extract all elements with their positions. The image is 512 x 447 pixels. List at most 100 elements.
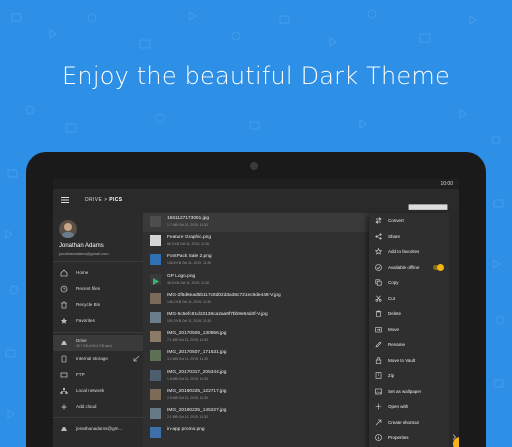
file-row[interactable]: IMG-5c5efc81d10136ca2aa9f7bb9e64d4f-V.jp… — [143, 309, 369, 328]
breadcrumb-pics[interactable]: PICS — [109, 197, 122, 203]
drawer-item-label: Home — [76, 270, 89, 275]
drawer-item-label: jonathanadams@gm... — [76, 426, 123, 431]
file-row[interactable]: in-app promo.png — [143, 424, 369, 443]
app-bar-actions — [403, 196, 453, 353]
avatar[interactable] — [59, 220, 77, 238]
file-meta: 146.2 KB Oct 11, 2019, 11:30 — [167, 299, 212, 304]
drawer-item-label: FTP — [76, 372, 85, 377]
file-row[interactable]: IMG_20170507_171631.jpg 3.2 MB Oct 11, 2… — [143, 347, 369, 366]
drawer-item-label: Internal storage — [76, 356, 108, 361]
file-list: 1561127173061.jpg 1.7 MB Oct 11, 2019, 1… — [143, 213, 369, 447]
file-thumbnail — [150, 427, 161, 439]
menu-item-set-as-wallpaper[interactable]: Set as wallpaper — [369, 384, 449, 400]
menu-item-label: Set as wallpaper — [388, 388, 422, 394]
drawer-item-label: Favorites — [76, 318, 95, 323]
file-meta: 38.5 KB Oct 11, 2019, 11:30 — [167, 280, 210, 285]
wallpaper-icon — [375, 388, 382, 394]
eject-icon[interactable] — [133, 355, 140, 362]
share-icon — [375, 233, 382, 239]
menu-item-rename[interactable]: Rename — [369, 337, 449, 353]
file-row[interactable]: IMG_20190225_145227.jpg 2.1 MB Oct 11, 2… — [143, 405, 369, 424]
file-meta: 146.8 KB Oct 11, 2019, 11:30 — [167, 261, 212, 266]
drawer-item-add-cloud[interactable]: Add cloud — [53, 399, 143, 415]
menu-item-add-to-favorites[interactable]: Add to favorites — [369, 244, 449, 260]
rename-icon — [375, 341, 382, 348]
drawer-item-ftp[interactable]: FTP — [53, 367, 143, 383]
file-row[interactable]: FontPack Sale 2.png 146.8 KB Oct 11, 201… — [143, 251, 369, 270]
tablet-camera — [250, 162, 258, 170]
drawer-item-drive[interactable]: Drive 35.7 GB of 50.0 GB used — [53, 335, 143, 351]
file-row[interactable]: 1561127173061.jpg 1.7 MB Oct 11, 2019, 1… — [143, 213, 369, 233]
available-offline-toggle[interactable] — [433, 263, 444, 271]
file-row[interactable]: IMG_20170317_205344.jpg 1.8 MB Oct 11, 2… — [143, 367, 369, 386]
drive-icon — [61, 341, 67, 345]
floating-action-button[interactable] — [453, 437, 459, 447]
menu-item-label: Open with — [388, 404, 409, 409]
breadcrumb-separator: > — [104, 197, 108, 203]
file-name: IMG-2f5d6ead5b117c8d02d3a36c721ec8de448-… — [167, 292, 281, 298]
cut-icon — [375, 295, 382, 302]
menu-item-convert[interactable]: Convert — [369, 213, 449, 229]
file-name: 1561127173061.jpg — [167, 216, 210, 221]
menu-icon[interactable] — [61, 196, 69, 204]
file-thumbnail — [150, 216, 161, 227]
menu-item-delete[interactable]: Delete — [369, 306, 449, 322]
file-thumbnail — [150, 273, 161, 285]
drawer-item-recent-files[interactable]: Recent files — [53, 281, 143, 297]
drawer-divider — [53, 417, 143, 418]
offline-icon — [375, 263, 382, 271]
file-name: in-app promo.png — [167, 427, 205, 433]
file-thumbnail — [150, 292, 161, 304]
menu-item-label: Cut — [388, 295, 396, 301]
menu-item-available-offline[interactable]: Available offline — [369, 260, 449, 276]
file-meta: 191.0 KB Oct 11, 2019, 11:30 — [167, 319, 212, 323]
ftp-icon — [60, 372, 68, 378]
drawer-item-home[interactable]: Home — [53, 265, 143, 281]
file-row[interactable]: Feature Graphic.png 66.3 KB Oct 11, 2019… — [143, 232, 369, 251]
app-bar: DRIVE > PICS — [53, 189, 459, 353]
menu-item-copy[interactable]: Copy — [369, 275, 449, 291]
drawer-divider — [53, 261, 143, 262]
menu-item-zip[interactable]: Zip — [369, 368, 449, 384]
menu-item-move[interactable]: Move — [369, 322, 449, 338]
file-thumbnail — [150, 312, 161, 323]
drawer-item-internal-storage[interactable]: Internal storage — [53, 351, 143, 367]
drawer-item-local-network[interactable]: Local network — [53, 383, 143, 399]
file-row[interactable]: IMG-2f5d6ead5b117c8d02d3a36c721ec8de448-… — [143, 290, 369, 309]
menu-item-label: Zip — [388, 373, 395, 378]
file-row[interactable]: IMG_20170506_130956.jpg 7.1 MB Oct 11, 2… — [143, 328, 369, 347]
file-thumbnail — [150, 331, 161, 343]
file-meta: 7.1 MB Oct 11, 2019, 11:30 — [167, 338, 208, 343]
drawer-item-recycle-bin[interactable]: Recycle Bin — [53, 297, 143, 313]
file-name: IMG_20170317_205344.jpg — [167, 369, 227, 375]
drawer-item-label: Recent files — [76, 286, 101, 291]
file-meta: 66.3 KB Oct 11, 2019, 11:30 — [167, 242, 210, 247]
menu-item-label: Copy — [388, 280, 399, 285]
drawer-item-favorites[interactable]: Favorites — [53, 313, 143, 329]
copy-icon — [375, 279, 382, 286]
file-row[interactable]: GP Logo.png 38.5 KB Oct 11, 2019, 11:30 — [143, 271, 369, 290]
vault-icon — [375, 356, 382, 364]
menu-item-create-shortcut[interactable]: Create shortcut — [369, 415, 449, 431]
headline: Enjoy the beautiful Dark Theme — [62, 62, 450, 90]
menu-item-share[interactable]: Share — [369, 229, 449, 245]
file-thumbnail — [150, 235, 161, 247]
menu-item-label: Properties — [388, 435, 409, 440]
move-icon — [375, 326, 382, 332]
breadcrumb-drive[interactable]: DRIVE — [85, 197, 102, 203]
menu-item-label: Rename — [388, 342, 406, 347]
file-meta: 1.8 MB Oct 11, 2019, 11:30 — [167, 376, 208, 381]
file-name: IMG_20170506_130956.jpg — [167, 331, 227, 337]
menu-item-properties[interactable]: Properties — [369, 430, 449, 446]
context-menu: Convert Share Add to favorites Available… — [369, 213, 449, 447]
file-name: Feature Graphic.png — [167, 235, 211, 241]
menu-item-label: Move — [388, 326, 400, 332]
star-icon — [60, 317, 68, 324]
menu-item-label: Share — [388, 233, 401, 239]
menu-item-move-to-vault[interactable]: Move to Vault — [369, 353, 449, 369]
drawer-item-label: Local network — [76, 388, 105, 393]
drawer-item-account[interactable]: jonathanadams@gm... — [53, 421, 143, 437]
menu-item-cut[interactable]: Cut — [369, 291, 449, 307]
menu-item-open-with[interactable]: Open with — [369, 399, 449, 415]
file-row[interactable]: IMG_20190225_122717.jpg 2.5 MB Oct 11, 2… — [143, 386, 369, 405]
